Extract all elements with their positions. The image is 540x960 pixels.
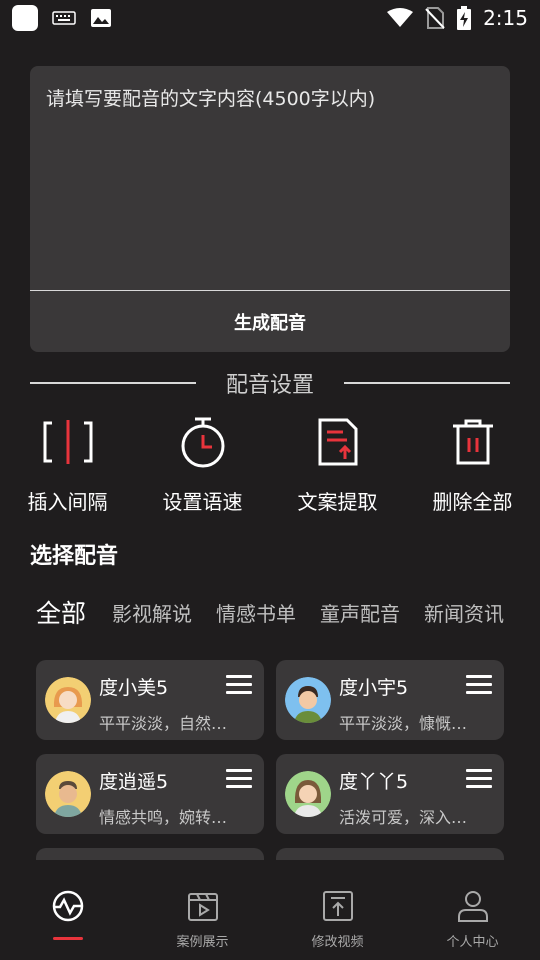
app-indicator-icon	[12, 5, 38, 31]
choose-voice-title: 选择配音	[30, 544, 119, 569]
tool-label: 文案提取	[297, 490, 378, 514]
dubbing-settings-title: 配音设置	[226, 373, 315, 398]
voice-description: 平平淡淡，慷慨…	[339, 714, 468, 733]
menu-icon[interactable]	[466, 769, 492, 791]
play-board-icon	[187, 893, 218, 921]
menu-icon[interactable]	[466, 675, 492, 697]
voice-grid: 度小美5 平平淡淡，自然… 度小宇5 平平淡淡，慷慨… 度逍遥5 情感共鸣，婉转…	[36, 660, 504, 860]
voice-card[interactable]: 度丫丫5 活泼可爱，深入…	[276, 754, 504, 834]
voice-card[interactable]: 度小美5 平平淡淡，自然…	[36, 660, 264, 740]
extract-text-icon	[318, 418, 357, 466]
nav-label: 修改视频	[311, 935, 364, 950]
nav-case-showcase[interactable]: 案例展示	[135, 868, 270, 960]
avatar	[45, 677, 91, 723]
avatar	[45, 771, 91, 817]
voice-card[interactable]: 度小宇5 平平淡淡，慷慨…	[276, 660, 504, 740]
no-sim-icon	[425, 7, 445, 29]
wifi-icon	[387, 8, 414, 27]
generate-dubbing-button[interactable]: 生成配音	[30, 292, 510, 352]
tab-emotional-booklist[interactable]: 情感书单	[216, 598, 296, 627]
trash-icon	[452, 419, 493, 465]
tab-news[interactable]: 新闻资讯	[424, 598, 504, 627]
voice-name: 度逍遥5	[99, 771, 169, 793]
text-editor-card: 请填写要配音的文字内容(4500字以内) 生成配音	[30, 66, 510, 352]
voice-description: 平平淡淡，自然…	[99, 714, 228, 733]
divider-line	[30, 382, 196, 384]
dubbing-text-input[interactable]: 请填写要配音的文字内容(4500字以内)	[30, 66, 510, 291]
active-tab-indicator	[52, 937, 83, 940]
status-bar: 2:15	[0, 0, 540, 36]
menu-icon[interactable]	[226, 769, 252, 791]
set-speed-button[interactable]: 设置语速	[135, 410, 270, 520]
divider-line	[344, 382, 511, 384]
bottom-nav: 案例展示 修改视频 个人中心	[0, 868, 540, 960]
nav-dubbing[interactable]	[0, 868, 135, 960]
voice-card[interactable]: 度逍遥5 情感共鸣，婉转…	[36, 754, 264, 834]
tab-child-voice[interactable]: 童声配音	[320, 598, 400, 627]
voice-name: 度小宇5	[339, 677, 409, 699]
tools-row: 插入间隔 设置语速 文案提取 删除全部	[0, 410, 540, 520]
tab-film-commentary[interactable]: 影视解说	[112, 598, 192, 627]
voice-description: 活泼可爱，深入…	[339, 808, 468, 827]
voice-card[interactable]	[276, 848, 504, 860]
avatar	[285, 677, 331, 723]
category-tabs: 全部 影视解说 情感书单 童声配音 新闻资讯	[36, 590, 516, 634]
nav-label: 案例展示	[176, 935, 229, 950]
nav-label: 个人中心	[446, 935, 499, 950]
insert-interval-button[interactable]: 插入间隔	[0, 410, 135, 520]
voice-description: 情感共鸣，婉转…	[99, 808, 228, 827]
menu-icon[interactable]	[226, 675, 252, 697]
battery-charging-icon	[457, 6, 472, 30]
avatar	[285, 771, 331, 817]
nav-edit-video[interactable]: 修改视频	[270, 868, 405, 960]
voice-card[interactable]	[36, 848, 264, 860]
tool-label: 插入间隔	[27, 490, 108, 514]
delete-all-button[interactable]: 删除全部	[405, 410, 540, 520]
insert-interval-icon	[43, 420, 92, 464]
tool-label: 设置语速	[162, 490, 243, 514]
tool-label: 删除全部	[432, 490, 513, 514]
voice-name: 度小美5	[99, 677, 169, 699]
nav-personal-center[interactable]: 个人中心	[405, 868, 540, 960]
dubbing-settings-divider: 配音设置	[30, 366, 511, 400]
timer-icon	[181, 417, 224, 468]
person-icon	[457, 891, 488, 922]
keyboard-icon	[52, 11, 76, 25]
voice-name: 度丫丫5	[339, 771, 409, 793]
upload-box-icon	[322, 891, 353, 921]
clock: 2:15	[483, 6, 528, 30]
tab-all[interactable]: 全部	[36, 594, 86, 630]
image-icon	[91, 9, 111, 27]
extract-text-button[interactable]: 文案提取	[270, 410, 405, 520]
waveform-icon	[52, 890, 83, 922]
